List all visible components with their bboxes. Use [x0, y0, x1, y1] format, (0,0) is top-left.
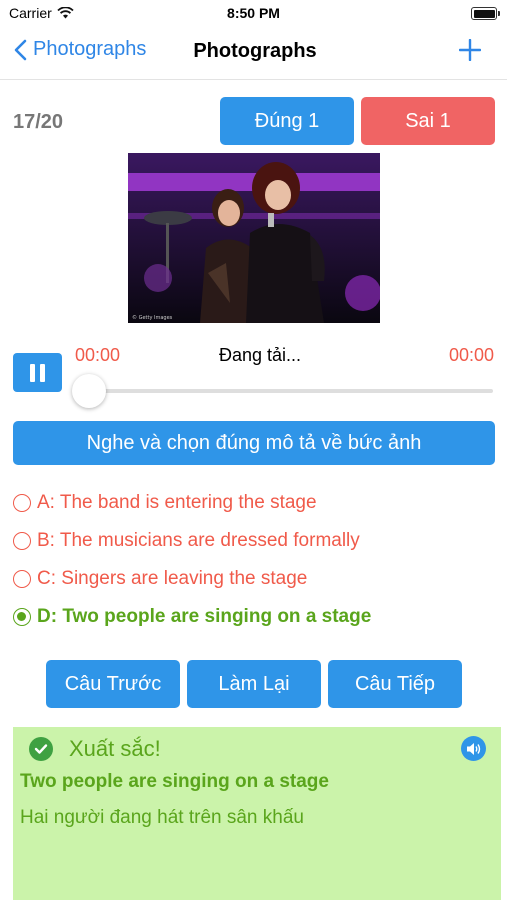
wrong-count-button[interactable]: Sai 1 [361, 97, 495, 145]
back-button[interactable]: Photographs [14, 38, 146, 61]
radio-icon [13, 494, 31, 512]
previous-question-button[interactable]: Câu Trước [46, 660, 180, 708]
result-panel: Xuất sắc! Two people are singing on a st… [13, 727, 501, 900]
retry-button[interactable]: Làm Lại [187, 660, 321, 708]
plus-icon [458, 38, 482, 62]
option-label: C: Singers are leaving the stage [37, 568, 308, 589]
chevron-left-icon [14, 39, 27, 60]
speaker-icon [466, 742, 480, 755]
option-label: A: The band is entering the stage [37, 492, 317, 513]
radio-icon [13, 532, 31, 550]
question-counter: 17/20 [13, 111, 64, 133]
instruction-banner: Nghe và chọn đúng mô tả về bức ảnh [13, 421, 495, 465]
check-circle-icon [29, 737, 53, 761]
radio-icon [13, 570, 31, 588]
navigation-bar: Photographs Photographs [0, 28, 507, 80]
question-photo: © Getty Images [128, 153, 380, 323]
page-title: Photographs [193, 40, 317, 62]
loading-status: Đang tải... [218, 345, 302, 365]
add-button[interactable] [458, 38, 482, 66]
option-b[interactable]: B: The musicians are dressed formally [13, 530, 360, 552]
option-a[interactable]: A: The band is entering the stage [13, 492, 317, 514]
answer-english: Two people are singing on a stage [20, 771, 329, 792]
option-c[interactable]: C: Singers are leaving the stage [13, 568, 307, 590]
clock: 8:50 PM [227, 5, 280, 21]
photo-credit: © Getty Images [132, 314, 173, 321]
back-button-label: Photographs [33, 38, 147, 60]
option-label: D: Two people are singing on a stage [37, 606, 372, 627]
battery-icon [471, 7, 500, 20]
radio-selected-icon [13, 608, 31, 626]
next-question-button[interactable]: Câu Tiếp [328, 660, 462, 708]
pause-icon [30, 363, 35, 382]
elapsed-time: 00:00 [75, 345, 121, 365]
speaker-button[interactable] [461, 736, 486, 761]
pause-button[interactable] [13, 353, 62, 392]
audio-progress-track[interactable] [80, 389, 493, 393]
duration-time: 00:00 [448, 345, 494, 365]
result-title: Xuất sắc! [69, 736, 161, 761]
option-label: B: The musicians are dressed formally [37, 530, 360, 551]
status-bar: Carrier 8:50 PM [0, 0, 507, 28]
correct-count-button[interactable]: Đúng 1 [220, 97, 354, 145]
audio-progress-thumb[interactable] [72, 374, 106, 408]
answer-vietnamese: Hai người đang hát trên sân khấu [20, 807, 304, 828]
option-d[interactable]: D: Two people are singing on a stage [13, 606, 371, 628]
